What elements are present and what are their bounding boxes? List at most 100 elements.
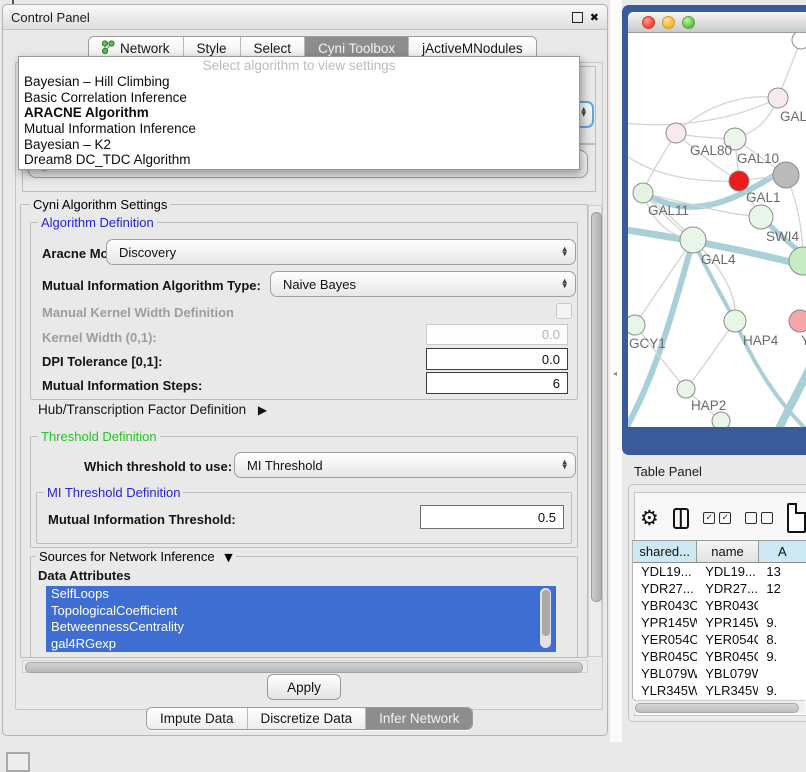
network-edge[interactable] (776, 363, 806, 427)
subtab-infer-network[interactable]: Infer Network (366, 708, 472, 729)
document-icon[interactable] (787, 503, 806, 533)
table-row[interactable]: YDL19...YDL19...13 (633, 563, 806, 580)
attribute-gal4rgexp[interactable]: gal4RGexp (46, 636, 556, 653)
columns-icon[interactable] (673, 508, 689, 529)
table-cell: 9. (758, 648, 806, 665)
mi-steps-value: 6 (553, 376, 560, 391)
attribute-selfloops[interactable]: SelfLoops (46, 586, 556, 603)
hub-section-label[interactable]: Hub/Transcription Factor Definition ▶ (38, 402, 267, 417)
which-threshold-label: Which threshold to use: (84, 459, 232, 474)
tab-select-label: Select (254, 41, 292, 56)
table-row[interactable]: YLR345WYLR345W9. (633, 682, 806, 699)
table-cell: YER054C (633, 631, 697, 648)
algorithm-option-dream8-dc-tdc-algorithm[interactable]: Dream8 DC_TDC Algorithm (19, 152, 579, 168)
aracne-mode-combobox[interactable]: Discovery ▲▼ (106, 239, 576, 265)
table-cell: 9. (758, 682, 806, 699)
manual-kernel-width-checkbox[interactable] (556, 303, 572, 319)
attribute-topologicalcoefficient[interactable]: TopologicalCoefficient (46, 603, 556, 620)
node-table[interactable]: shared...nameA YDL19...YDL19...13YDR27..… (632, 540, 806, 699)
algorithm-option-bayesian-k2[interactable]: Bayesian – K2 (19, 137, 579, 153)
zoom-traffic-light-icon[interactable] (682, 16, 695, 29)
attributes-scrollbar-thumb[interactable] (542, 590, 550, 636)
close-traffic-light-icon[interactable] (642, 16, 655, 29)
collapsed-arrow-icon[interactable]: ▶ (258, 403, 267, 417)
node-gal1[interactable] (729, 171, 749, 191)
table-row[interactable]: YBR045CYBR045C9. (633, 648, 806, 665)
table-cell: YPR145W (697, 614, 758, 631)
node-label-gal11: GAL11 (648, 203, 689, 218)
table-row[interactable]: YER054CYER054C8. (633, 631, 806, 648)
table-horizontal-scrollbar-thumb[interactable] (635, 703, 799, 713)
dpi-tolerance-field[interactable]: 0.0 (426, 348, 568, 370)
network-edge[interactable] (635, 240, 693, 325)
column-header-shared[interactable]: shared... (633, 541, 697, 562)
node-top-partial[interactable] (792, 33, 806, 49)
data-attributes-list[interactable]: SelfLoopsTopologicalCoefficientBetweenne… (46, 586, 556, 652)
tab-cyni-toolbox-label: Cyni Toolbox (318, 41, 395, 56)
attribute-betweennesscentrality[interactable]: BetweennessCentrality (46, 619, 556, 636)
select-columns-checked-icon[interactable]: ✓✓ (703, 512, 731, 524)
apply-button[interactable]: Apply (267, 674, 341, 700)
node-gal80[interactable] (666, 123, 686, 143)
node-hap2[interactable] (677, 380, 695, 398)
network-edge[interactable] (635, 325, 686, 389)
node-gal11[interactable] (633, 183, 653, 203)
node-gcy1[interactable] (628, 315, 645, 335)
mi-threshold-field[interactable]: 0.5 (420, 505, 564, 529)
column-header-a[interactable]: A (759, 541, 806, 562)
node-salmon[interactable] (789, 310, 806, 332)
network-edge[interactable] (628, 98, 778, 125)
close-icon[interactable]: ✖ (590, 12, 599, 23)
which-threshold-combobox[interactable]: MI Threshold ▲▼ (234, 452, 576, 478)
splitter-grip-icon[interactable]: ◂ (613, 369, 620, 379)
node-gal4[interactable] (680, 227, 706, 253)
dpi-tolerance-value: 0.0 (542, 352, 560, 367)
attributes-scrollbar[interactable] (540, 588, 551, 648)
algorithm-option-aracne-algorithm[interactable]: ARACNE Algorithm (19, 105, 579, 121)
table-cell: YER054C (697, 631, 758, 648)
subtab-impute-data[interactable]: Impute Data (147, 708, 248, 729)
table-row[interactable]: YPR145WYPR145W9. (633, 614, 806, 631)
settings-vertical-scrollbar-thumb[interactable] (591, 212, 602, 602)
minimize-traffic-light-icon[interactable] (662, 16, 675, 29)
subtab-impute-data-label: Impute Data (160, 711, 234, 726)
table-horizontal-scrollbar[interactable] (633, 700, 805, 713)
mi-steps-field[interactable]: 6 (426, 372, 568, 394)
table-cell (758, 665, 806, 682)
desktop: { "palette":{ "selection_blue":"#3f6ed2"… (0, 0, 806, 762)
table-row[interactable]: YBR043CYBR043C (633, 597, 806, 614)
settings-horizontal-scrollbar-thumb[interactable] (25, 662, 583, 673)
table-row[interactable]: YBL079WYBL079W (633, 665, 806, 682)
algorithm-option-basic-correlation-inference[interactable]: Basic Correlation Inference (19, 90, 579, 106)
subtab-infer-network-label: Infer Network (379, 711, 459, 726)
algorithm-option-mutual-information-inference[interactable]: Mutual Information Inference (19, 121, 579, 137)
settings-vertical-scrollbar[interactable] (588, 205, 602, 657)
expanded-arrow-icon[interactable]: ▼ (224, 551, 232, 564)
mi-algorithm-type-combobox[interactable]: Naive Bayes ▲▼ (270, 271, 576, 297)
node-big-green[interactable] (789, 247, 806, 275)
network-window-titlebar[interactable] (628, 12, 806, 33)
float-window-icon[interactable] (572, 12, 583, 23)
network-edge[interactable] (676, 97, 778, 133)
node-hap4[interactable] (724, 310, 746, 332)
bottom-left-partial-icon[interactable] (6, 752, 30, 772)
kernel-width-field[interactable]: 0.0 (426, 324, 568, 345)
node-bottom-partial[interactable] (712, 412, 730, 427)
table-cell: YBL079W (697, 665, 758, 682)
tab-network-label: Network (120, 41, 170, 56)
table-cell: YDL19... (633, 563, 697, 580)
sources-title[interactable]: Sources for Network Inference ▼ (36, 549, 236, 564)
algorithm-option-bayesian-hill-climbing[interactable]: Bayesian – Hill Climbing (19, 74, 579, 90)
network-canvas[interactable]: GAL8GAL80GAL10GAL1GAL11SWI4GAL4GCY1HAP4Y… (628, 33, 806, 427)
network-edge[interactable] (686, 321, 735, 389)
settings-horizontal-scrollbar[interactable] (22, 660, 588, 673)
node-swi4[interactable] (749, 205, 773, 229)
subtab-discretize-data[interactable]: Discretize Data (248, 708, 367, 729)
select-columns-unchecked-icon[interactable] (745, 512, 773, 524)
column-header-name[interactable]: name (697, 541, 758, 562)
node-gal8[interactable] (768, 88, 788, 108)
gear-icon[interactable]: ⚙ (640, 508, 659, 529)
node-label-gcy1: GCY1 (629, 336, 666, 351)
kernel-width-value: 0.0 (542, 327, 560, 342)
table-row[interactable]: YDR27...YDR27...12 (633, 580, 806, 597)
